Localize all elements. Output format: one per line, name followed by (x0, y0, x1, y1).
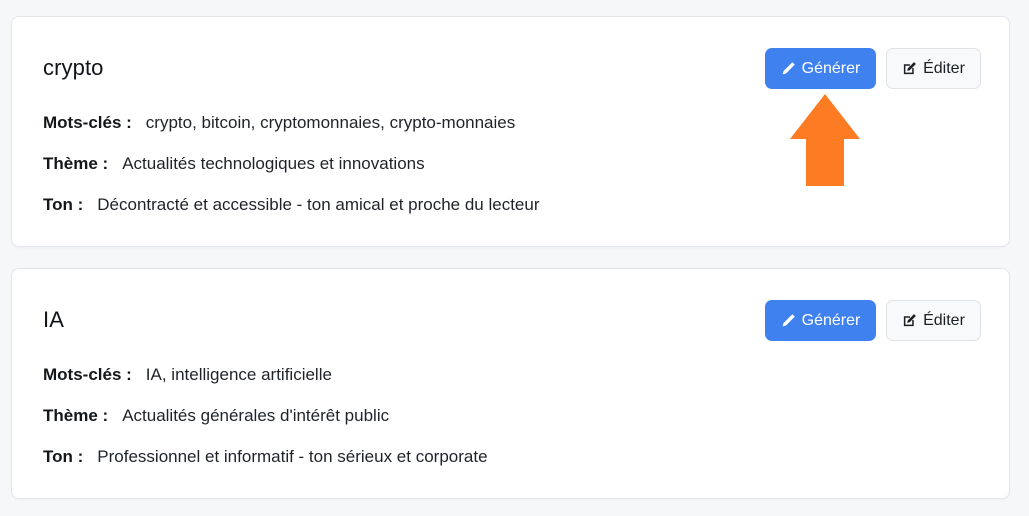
keywords-value: crypto, bitcoin, cryptomonnaies, crypto-… (145, 113, 516, 132)
edit-button-label: Éditer (923, 311, 965, 329)
pencil-icon (781, 313, 796, 328)
theme-value: Actualités générales d'intérêt public (122, 406, 390, 425)
generate-button-label: Générer (801, 59, 861, 77)
tone-value: Décontracté et accessible - ton amical e… (97, 195, 540, 214)
tone-row: Ton : Décontracté et accessible - ton ami… (43, 195, 540, 215)
keywords-value: IA, intelligence artificielle (145, 365, 332, 384)
topic-card-ia: IA Générer Éditer Mots-clés : IA, intelli… (11, 268, 1010, 499)
card-title: crypto (43, 55, 104, 80)
theme-label: Thème : (43, 154, 109, 173)
edit-square-icon (902, 313, 917, 328)
keywords-label: Mots-clés : (43, 365, 132, 384)
keywords-label: Mots-clés : (43, 113, 132, 132)
edit-button[interactable]: Éditer (886, 48, 981, 89)
theme-row: Thème : Actualités technologiques et inno… (43, 154, 425, 174)
generate-button[interactable]: Générer (765, 300, 876, 341)
tone-value: Professionnel et informatif - ton sérieu… (97, 447, 488, 466)
theme-value: Actualités technologiques et innovations (122, 154, 425, 173)
edit-button[interactable]: Éditer (886, 300, 981, 341)
tone-label: Ton : (43, 195, 84, 214)
keywords-row: Mots-clés : IA, intelligence artificielle (43, 365, 332, 385)
up-arrow-icon (790, 94, 860, 186)
theme-row: Thème : Actualités générales d'intérêt pu… (43, 406, 389, 426)
generate-button-label: Générer (801, 311, 861, 329)
tone-row: Ton : Professionnel et informatif - ton s… (43, 447, 488, 467)
tone-label: Ton : (43, 447, 84, 466)
edit-square-icon (902, 61, 917, 76)
keywords-row: Mots-clés : crypto, bitcoin, cryptomonnai… (43, 113, 515, 133)
generate-button[interactable]: Générer (765, 48, 876, 89)
pencil-icon (781, 61, 796, 76)
page: crypto Générer Éditer Mots-clés : crypto,… (0, 0, 1029, 516)
card-title: IA (43, 307, 64, 332)
edit-button-label: Éditer (923, 59, 965, 77)
theme-label: Thème : (43, 406, 109, 425)
